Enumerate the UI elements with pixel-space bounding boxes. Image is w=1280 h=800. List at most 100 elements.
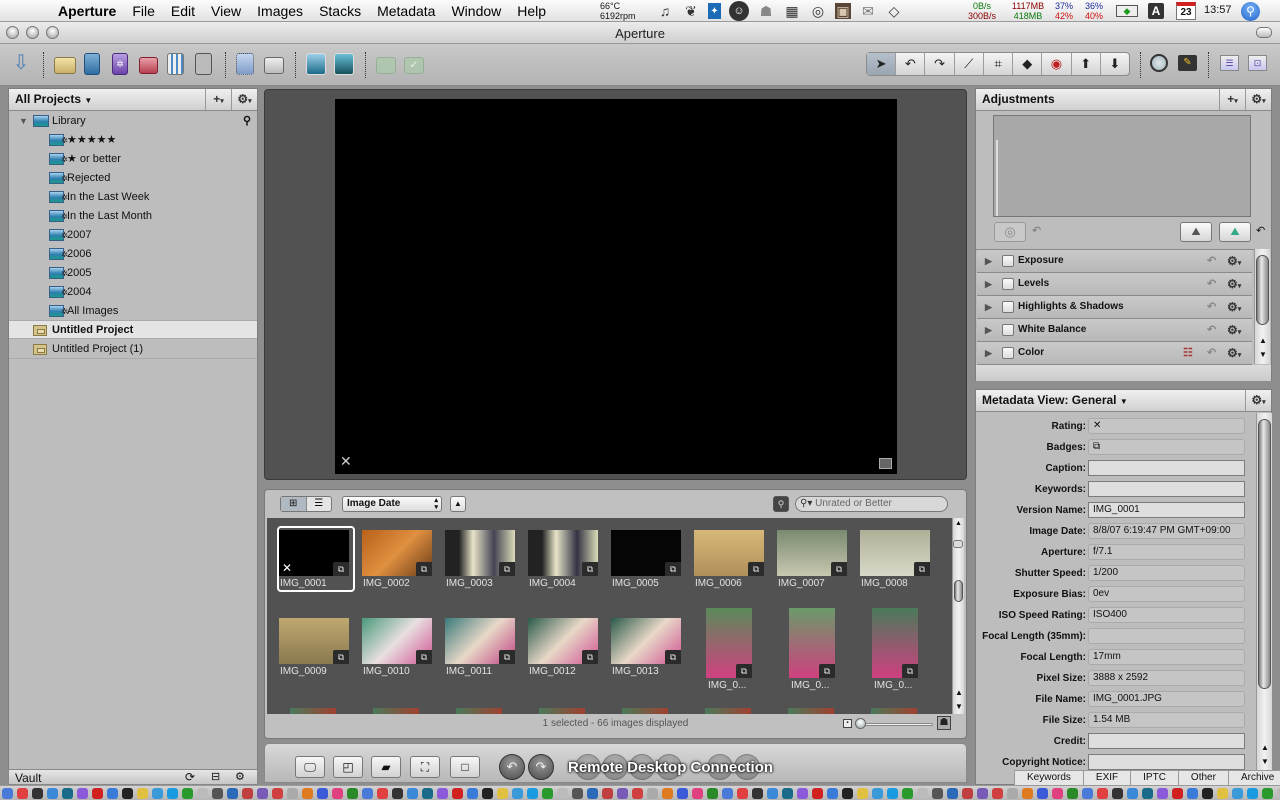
metadata-tab-exif[interactable]: EXIF [1084, 771, 1132, 785]
add-project-button[interactable]: +▾ [205, 89, 231, 110]
dock-app-icon[interactable] [887, 788, 898, 799]
smart-album-row[interactable]: In the Last Week [9, 188, 257, 207]
menu-file[interactable]: File [124, 0, 163, 22]
adjustments-scrollbar[interactable]: ▲ ▼ [1254, 249, 1270, 364]
menu-help[interactable]: Help [509, 0, 554, 22]
undo-icon[interactable]: ↶ [1032, 224, 1041, 237]
calendar-icon[interactable]: 23 [1176, 2, 1196, 20]
thumbnail-size-slider[interactable] [857, 723, 933, 726]
projects-gear-button[interactable]: ⚙▾ [231, 89, 257, 110]
dock-app-icon[interactable] [332, 788, 343, 799]
primary-only-button[interactable]: □ [450, 756, 480, 778]
dock-app-icon[interactable] [182, 788, 193, 799]
app-menu-icon[interactable]: ✦ [708, 3, 721, 19]
dock-app-icon[interactable] [1067, 788, 1078, 799]
viewer-mode-button[interactable]: 🖵 [295, 756, 325, 778]
metadata-value[interactable] [1088, 754, 1245, 770]
battery-icon[interactable]: ◆ [1116, 5, 1138, 17]
dock-app-icon[interactable] [1217, 788, 1228, 799]
dock-app-icon[interactable] [377, 788, 388, 799]
dock-app-icon[interactable] [812, 788, 823, 799]
metadata-view-menu[interactable]: Metadata View: General ▼ [982, 393, 1128, 407]
stamp-tool-icon[interactable]: ⬇ [1101, 53, 1129, 75]
dock-app-icon[interactable] [32, 788, 43, 799]
adjustment-row[interactable]: ▶ White Balance ↶ ⚙▾ [977, 319, 1252, 342]
hud-icon[interactable]: ✎ [1178, 55, 1197, 71]
new-folder-icon[interactable] [84, 53, 100, 75]
dock-app-icon[interactable] [857, 788, 868, 799]
scroll-knob[interactable] [1258, 419, 1271, 689]
disclosure-triangle-icon[interactable]: ▼ [19, 112, 28, 131]
new-version-icon[interactable] [376, 57, 396, 74]
filter-search-field[interactable]: ⚲▾ Unrated or Better [795, 496, 948, 512]
browser-scrollbar[interactable]: ▲ ▲ ▼ [952, 518, 964, 714]
robot-icon[interactable]: ☗ [757, 3, 775, 19]
vault-refresh-icon[interactable]: ⟳ [185, 770, 195, 784]
dock-app-icon[interactable] [557, 788, 568, 799]
dock-app-icon[interactable] [452, 788, 463, 799]
zoom-thumb-slider[interactable] [953, 540, 963, 548]
auto-exposure-button[interactable]: ◎ [994, 222, 1026, 242]
disclosure-triangle-icon[interactable]: ▶ [985, 319, 992, 341]
dock-app-icon[interactable] [872, 788, 883, 799]
dock-app-icon[interactable] [677, 788, 688, 799]
dock-app-icon[interactable] [932, 788, 943, 799]
metadata-value[interactable] [1088, 460, 1245, 476]
itunes-note-icon[interactable]: ♫ [656, 3, 674, 19]
scroll-up-arrow-icon[interactable]: ▲ [1261, 743, 1269, 752]
clock[interactable]: 13:57 [1204, 4, 1232, 16]
adjustment-checkbox[interactable] [1002, 255, 1014, 267]
scroll-down-arrow-icon[interactable]: ▼ [955, 702, 963, 711]
dock-app-icon[interactable] [497, 788, 508, 799]
scroll-down-arrow-icon[interactable]: ▼ [1261, 757, 1269, 766]
stamp-icon[interactable] [236, 53, 254, 75]
dock-app-icon[interactable] [1007, 788, 1018, 799]
dock-app-icon[interactable] [302, 788, 313, 799]
sort-by-select[interactable]: Image Date ▴ ▾ [342, 496, 442, 512]
undo-icon[interactable]: ↶ [1207, 342, 1216, 364]
dock-app-icon[interactable] [347, 788, 358, 799]
disclosure-triangle-icon[interactable]: ▶ [985, 273, 992, 295]
dock-app-icon[interactable] [1202, 788, 1213, 799]
dock-app-icon[interactable] [407, 788, 418, 799]
network-monitor[interactable]: 0B/s 300B/s [966, 1, 998, 21]
email-images-icon[interactable] [306, 53, 326, 75]
smart-album-row[interactable]: 2007 [9, 226, 257, 245]
thumbnail-partial[interactable] [539, 708, 585, 714]
metadata-tab-archive[interactable]: Archive [1229, 771, 1280, 785]
dock-app-icon[interactable] [257, 788, 268, 799]
thumbnail-size-knob[interactable] [855, 718, 866, 729]
spotlight-search-icon[interactable]: ⚲ [1241, 2, 1260, 21]
dock-app-icon[interactable] [1247, 788, 1258, 799]
dock-app-icon[interactable] [947, 788, 958, 799]
dock-app-icon[interactable] [422, 788, 433, 799]
sticker-icon[interactable]: ▣ [835, 3, 851, 19]
project-row-untitled[interactable]: Untitled Project [9, 320, 257, 339]
scroll-up-arrow-icon[interactable]: ▲ [1259, 336, 1267, 345]
dock-app-icon[interactable] [287, 788, 298, 799]
dock-app-icon[interactable] [62, 788, 73, 799]
dock-app-icon[interactable] [1262, 788, 1273, 799]
menu-images[interactable]: Images [249, 0, 311, 22]
dock-app-icon[interactable] [92, 788, 103, 799]
dock-app-icon[interactable] [752, 788, 763, 799]
scroll-knob[interactable] [954, 580, 963, 602]
adjustments-gear-button[interactable]: ⚙▾ [1245, 89, 1271, 110]
metadata-tab-other[interactable]: Other [1179, 771, 1229, 785]
dock-app-icon[interactable] [212, 788, 223, 799]
library-row[interactable]: ▼ Library ⚲ [9, 112, 257, 131]
dock-app-icon[interactable] [902, 788, 913, 799]
dock-app-icon[interactable] [572, 788, 583, 799]
rgb-histogram-button[interactable]: ⛰ [1219, 222, 1251, 242]
dock-app-icon[interactable] [2, 788, 13, 799]
dock-app-icon[interactable] [152, 788, 163, 799]
sort-ascending-button[interactable]: ▲ [450, 496, 466, 512]
dock-app-icon[interactable] [17, 788, 28, 799]
film-strip-icon[interactable]: ▦ [783, 3, 801, 19]
adjustment-row[interactable]: ▶ Levels ↶ ⚙▾ [977, 273, 1252, 296]
undo-icon[interactable]: ↶ [1207, 273, 1216, 295]
disclosure-triangle-icon[interactable]: ▶ [985, 342, 992, 364]
rotate-right-tool-icon[interactable]: ↷ [925, 53, 955, 75]
disclosure-triangle-icon[interactable]: ▶ [985, 250, 992, 272]
dock-app-icon[interactable] [827, 788, 838, 799]
